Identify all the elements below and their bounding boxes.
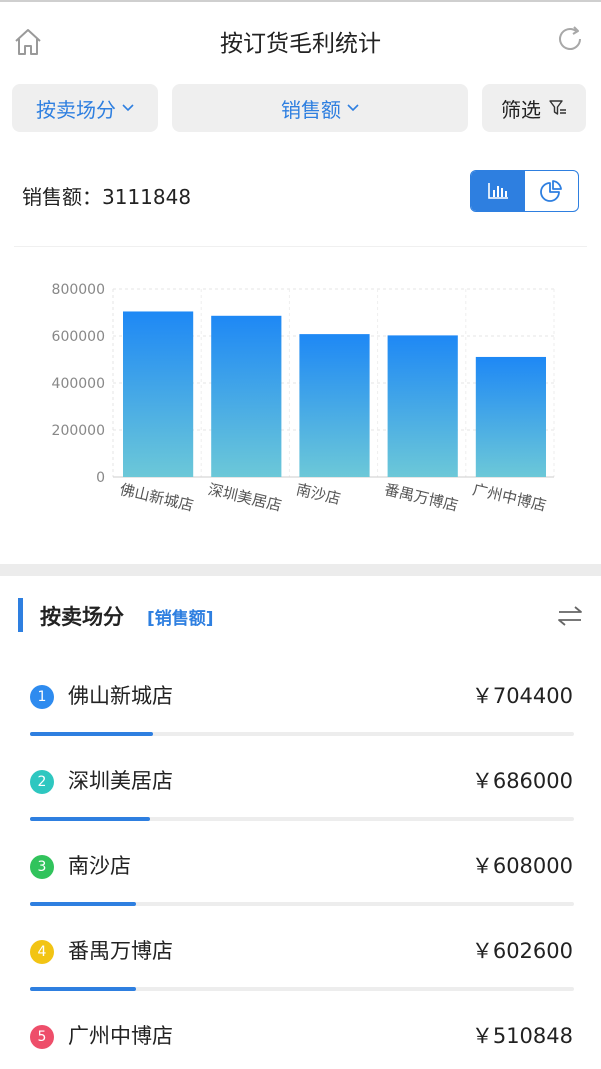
- pie-chart-toggle[interactable]: [525, 171, 579, 211]
- metric-label: 销售额: [281, 97, 341, 122]
- filter-button[interactable]: 筛选: [482, 84, 586, 132]
- refresh-icon[interactable]: [555, 24, 585, 54]
- y-tick-label: 400000: [52, 376, 105, 392]
- total-value: 3111848: [102, 185, 192, 209]
- ranking-card: 按卖场分 [销售额] 1 佛山新城店 ￥704400 2 深圳美居店 ￥6860…: [0, 576, 601, 1069]
- app-header: 按订货毛利统计: [0, 0, 601, 76]
- progress-track: [30, 817, 574, 821]
- store-name: 南沙店: [68, 854, 131, 878]
- y-tick-label: 0: [96, 470, 105, 486]
- bar-chart-toggle[interactable]: [471, 171, 525, 211]
- store-name: 佛山新城店: [68, 684, 173, 708]
- chart-card: 销售额：3111848 800000 600000 400000 200000 …: [0, 144, 601, 564]
- rank-badge: 1: [30, 685, 54, 709]
- bar-chart-icon: [487, 183, 508, 199]
- y-tick-label: 800000: [52, 282, 105, 298]
- section-accent-bar: [18, 598, 23, 632]
- progress-track: [30, 987, 574, 991]
- filter-label: 筛选: [501, 97, 541, 122]
- progress-track: [30, 732, 574, 736]
- total-sales: 销售额：3111848: [22, 181, 191, 210]
- chevron-down-icon: [122, 104, 134, 112]
- filter-bar: 按卖场分 销售额 筛选: [0, 76, 601, 144]
- group-by-label: 按卖场分: [36, 97, 116, 122]
- bar[interactable]: [211, 315, 282, 477]
- y-tick-label: 200000: [52, 423, 105, 439]
- progress-fill: [30, 817, 150, 821]
- progress-fill: [30, 987, 136, 991]
- y-tick-label: 600000: [52, 329, 105, 345]
- rank-badge: 2: [30, 770, 54, 794]
- ranking-row[interactable]: 5 广州中博店 ￥510848: [0, 1016, 601, 1069]
- store-name: 广州中博店: [68, 1024, 173, 1048]
- chevron-down-icon: [347, 104, 359, 112]
- divider: [14, 246, 587, 247]
- bar[interactable]: [299, 334, 370, 477]
- ranking-row[interactable]: 2 深圳美居店 ￥686000: [0, 761, 601, 846]
- group-by-dropdown[interactable]: 按卖场分: [12, 84, 158, 132]
- x-tick-label: 深圳美居店: [206, 480, 283, 514]
- x-tick-label: 南沙店: [295, 480, 343, 508]
- bar[interactable]: [123, 311, 194, 477]
- x-tick-label: 番禺万博店: [383, 480, 460, 514]
- total-label: 销售额：: [22, 185, 102, 209]
- ranking-metric-tag: [销售额]: [147, 609, 214, 629]
- rank-badge: 4: [30, 940, 54, 964]
- store-name: 番禺万博店: [68, 939, 173, 963]
- metric-dropdown[interactable]: 销售额: [172, 84, 468, 132]
- ranking-row[interactable]: 4 番禺万博店 ￥602600: [0, 931, 601, 1016]
- progress-track: [30, 902, 574, 906]
- store-value: ￥686000: [471, 769, 573, 793]
- x-tick-label: 广州中博店: [471, 480, 548, 514]
- sort-swap-icon[interactable]: [556, 602, 584, 630]
- store-value: ￥510848: [471, 1024, 573, 1048]
- bar-chart: 800000 600000 400000 200000 0 佛山新城店 深圳美居店 南沙店 番…: [52, 282, 555, 515]
- bar[interactable]: [475, 356, 546, 477]
- pie-chart-icon: [540, 180, 563, 202]
- page-title: 按订货毛利统计: [220, 31, 381, 57]
- bar[interactable]: [387, 335, 458, 477]
- chart-type-toggle: [470, 170, 579, 212]
- ranking-row[interactable]: 1 佛山新城店 ￥704400: [0, 676, 601, 761]
- progress-fill: [30, 902, 137, 906]
- store-name: 深圳美居店: [68, 769, 173, 793]
- x-tick-label: 佛山新城店: [118, 480, 195, 514]
- ranking-row[interactable]: 3 南沙店 ￥608000: [0, 846, 601, 931]
- progress-fill: [30, 732, 153, 736]
- rank-badge: 3: [30, 855, 54, 879]
- filter-icon: [549, 100, 566, 115]
- ranking-title: 按卖场分: [40, 605, 124, 629]
- rank-badge: 5: [30, 1025, 54, 1049]
- store-value: ￥608000: [471, 854, 573, 878]
- store-value: ￥602600: [471, 939, 573, 963]
- ranking-header: 按卖场分 [销售额]: [0, 596, 601, 634]
- store-value: ￥704400: [471, 684, 573, 708]
